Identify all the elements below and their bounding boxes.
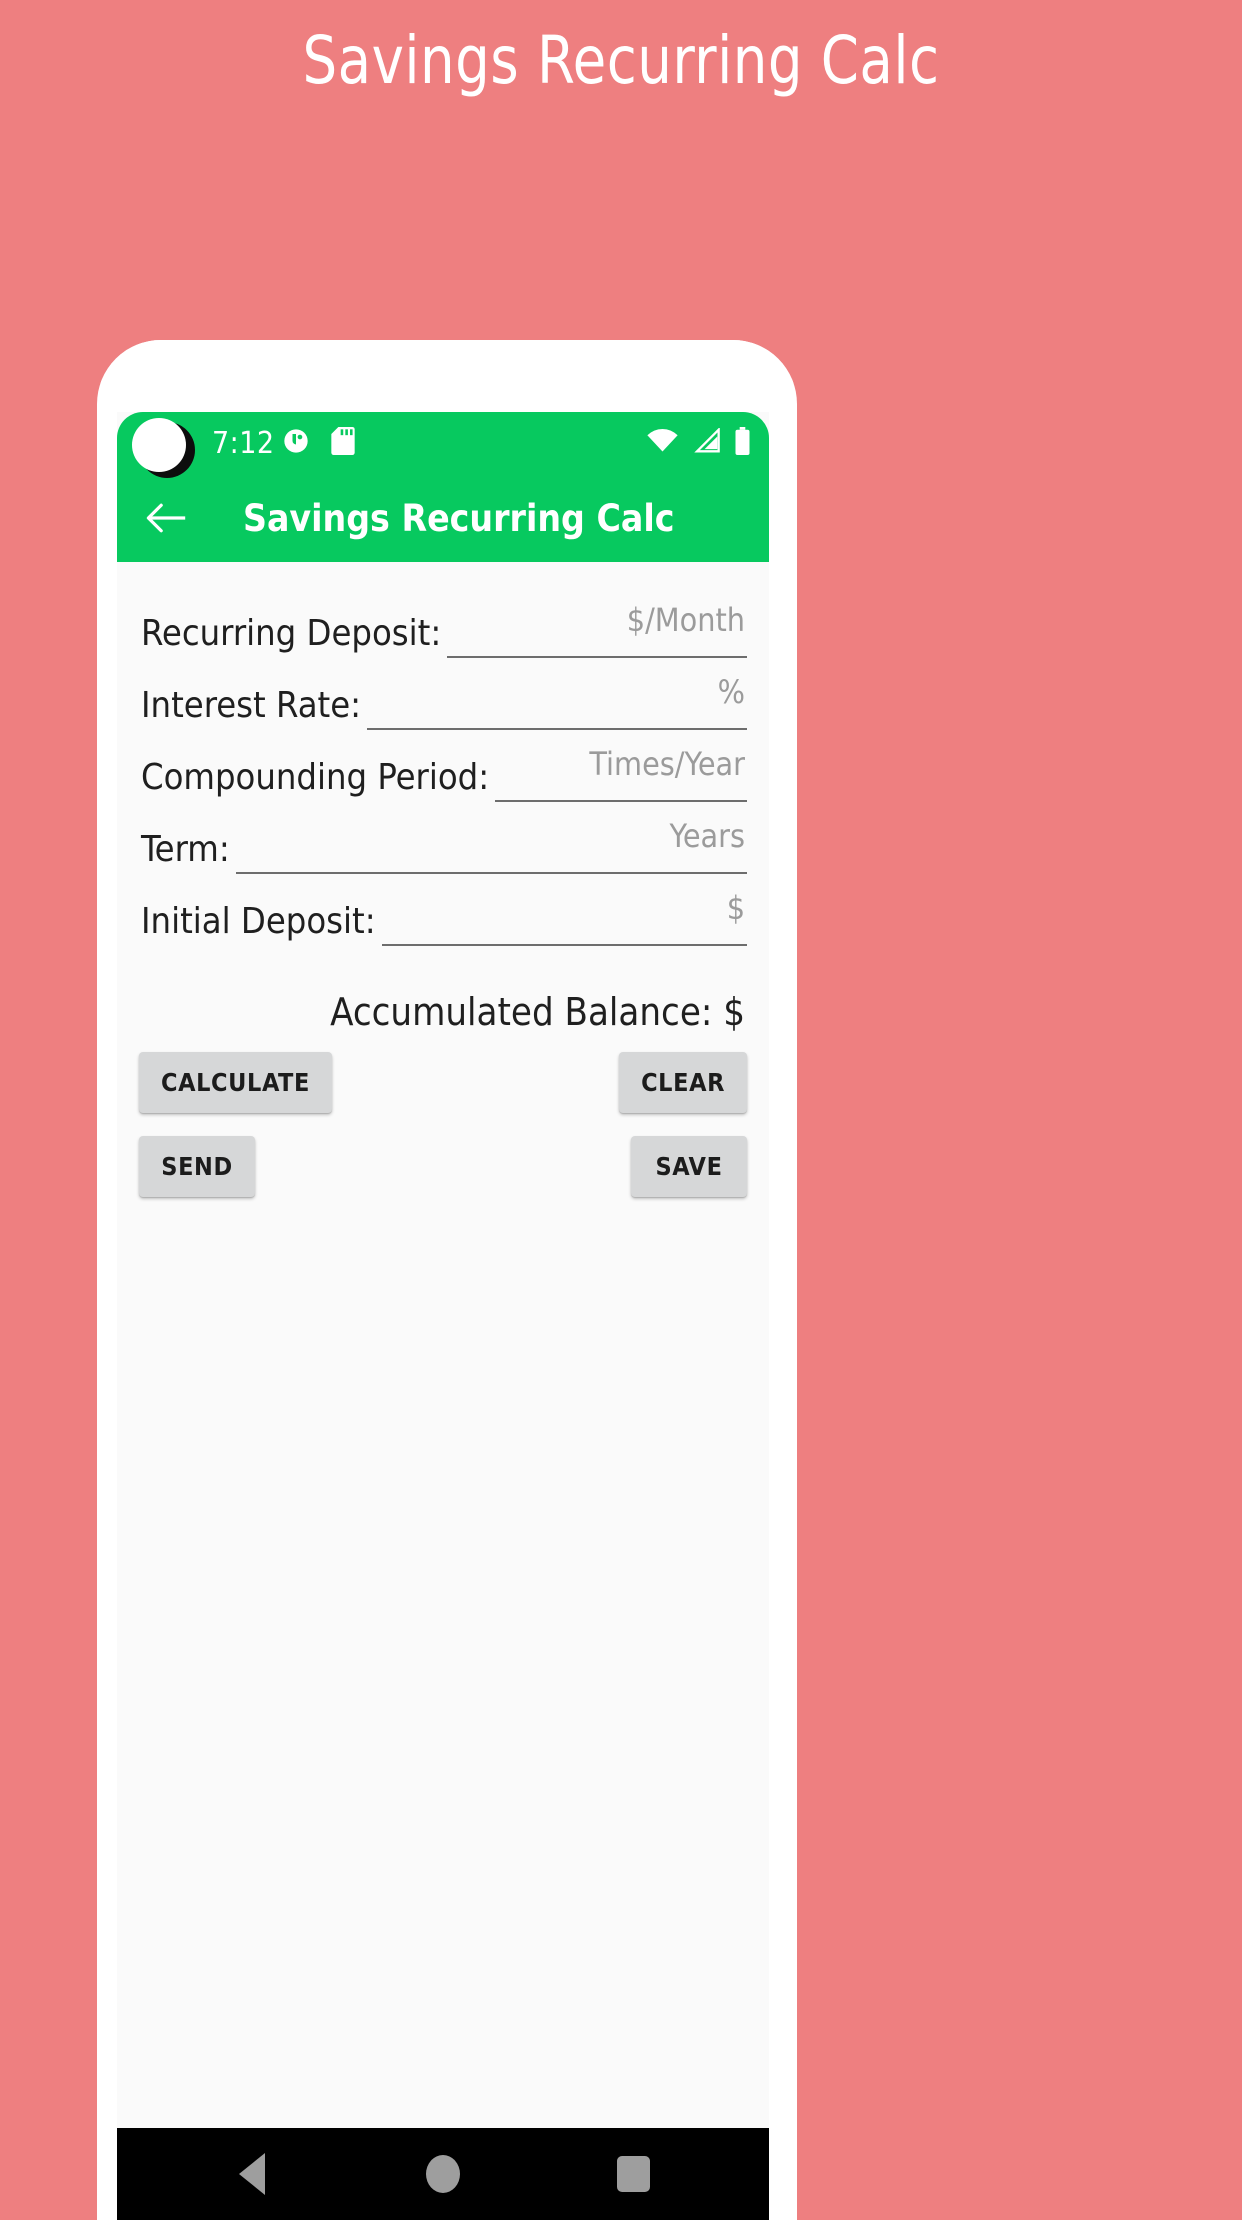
placeholder-compounding-period: Times/Year — [589, 745, 745, 783]
page-title: Savings Recurring Calc — [302, 22, 940, 99]
input-initial-deposit[interactable]: $ — [381, 892, 747, 946]
placeholder-recurring-deposit: $/Month — [626, 601, 745, 639]
label-term: Term: — [141, 829, 230, 870]
status-bar: 7:12 — [117, 412, 769, 478]
status-bar-clock: 7:12 — [212, 425, 275, 461]
calculate-button[interactable]: CALCULATE — [139, 1052, 332, 1113]
input-recurring-deposit[interactable]: $/Month — [447, 604, 747, 658]
sd-card-icon — [330, 426, 356, 460]
back-arrow-icon[interactable] — [143, 495, 189, 541]
form-row-compounding-period: Compounding Period: Times/Year — [121, 740, 765, 802]
label-compounding-period: Compounding Period: — [141, 757, 490, 798]
form-row-recurring-deposit: Recurring Deposit: $/Month — [121, 596, 765, 658]
home-circle-icon — [425, 2155, 460, 2193]
android-navigation-bar — [117, 2128, 769, 2220]
button-row-secondary: SEND SAVE — [139, 1136, 747, 1197]
save-button[interactable]: SAVE — [631, 1136, 747, 1197]
phone-device-frame: 7:12 Savings Recurring Calc Recurring De… — [97, 340, 797, 2220]
form-row-interest-rate: Interest Rate: % — [121, 668, 765, 730]
form-row-term: Term: Years — [121, 812, 765, 874]
status-bar-right-icons — [646, 426, 751, 460]
accumulated-balance-result: Accumulated Balance: $ — [330, 990, 745, 1034]
button-row-primary: CALCULATE CLEAR — [139, 1052, 747, 1113]
camera-cutout-icon — [132, 418, 186, 472]
input-compounding-period[interactable]: Times/Year — [495, 748, 747, 802]
label-recurring-deposit: Recurring Deposit: — [141, 613, 442, 654]
label-initial-deposit: Initial Deposit: — [141, 901, 376, 942]
back-triangle-icon — [239, 2153, 266, 2195]
phone-screen: 7:12 Savings Recurring Calc Recurring De… — [117, 412, 769, 2220]
nav-recents-button[interactable] — [599, 2139, 669, 2209]
input-interest-rate[interactable]: % — [367, 676, 747, 730]
clear-button[interactable]: CLEAR — [619, 1052, 747, 1113]
placeholder-term: Years — [669, 817, 745, 855]
recents-square-icon — [617, 2156, 651, 2192]
battery-icon — [734, 426, 751, 460]
placeholder-initial-deposit: $ — [726, 889, 745, 927]
cellular-signal-icon — [693, 426, 720, 458]
app-bar-title: Savings Recurring Calc — [243, 496, 675, 540]
input-term[interactable]: Years — [235, 820, 747, 874]
status-bar-left-icons — [282, 426, 356, 460]
app-bar: Savings Recurring Calc — [117, 474, 769, 562]
nav-home-button[interactable] — [408, 2139, 478, 2209]
wifi-icon — [646, 428, 679, 458]
button-area: CALCULATE CLEAR SEND SAVE — [117, 1052, 769, 1220]
nav-back-button[interactable] — [217, 2139, 287, 2209]
label-interest-rate: Interest Rate: — [141, 685, 362, 726]
calculator-form: Recurring Deposit: $/Month Interest Rate… — [117, 562, 769, 2128]
send-button[interactable]: SEND — [139, 1136, 255, 1197]
form-row-initial-deposit: Initial Deposit: $ — [121, 884, 765, 946]
app-notification-icon — [282, 427, 310, 460]
placeholder-interest-rate: % — [717, 673, 745, 711]
